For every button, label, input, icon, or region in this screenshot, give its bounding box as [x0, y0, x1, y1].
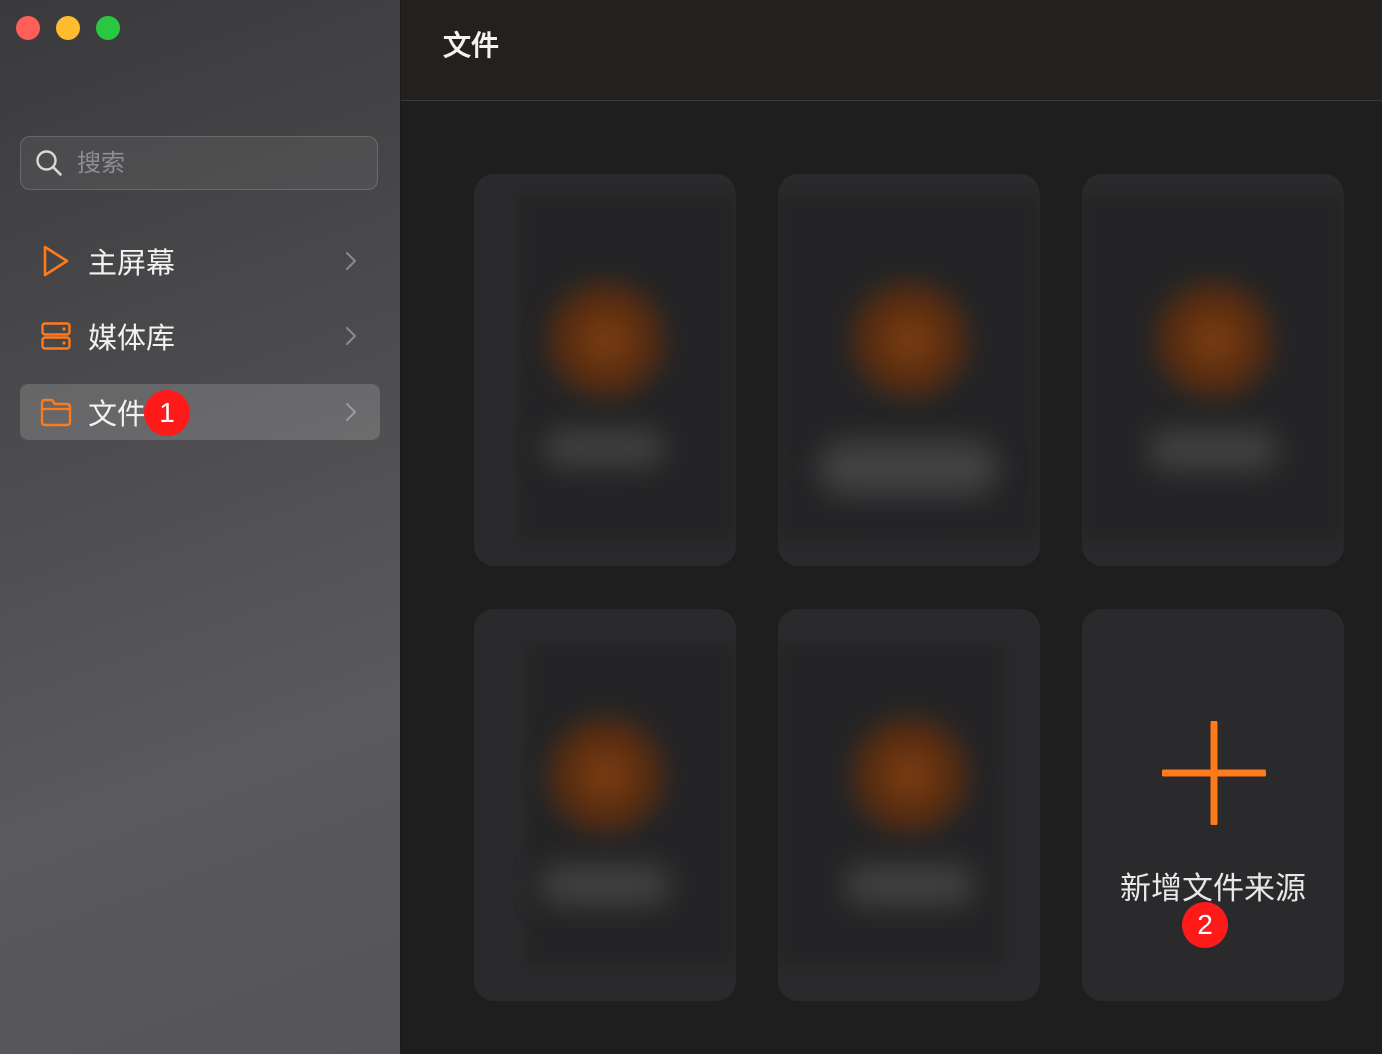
close-window-button[interactable] [16, 16, 40, 40]
main-content: 文件 新增文件来源 2 [401, 0, 1382, 1054]
search-input[interactable] [75, 148, 379, 178]
annotation-badge-2: 2 [1182, 902, 1228, 948]
title-bar: 文件 [401, 0, 1382, 101]
sidebar-item-home[interactable]: 主屏幕 [20, 233, 380, 289]
sidebar-item-label: 主屏幕 [88, 246, 176, 280]
sidebar-item-label: 媒体库 [88, 321, 176, 355]
file-source-card[interactable] [474, 174, 736, 566]
file-source-card[interactable] [474, 609, 736, 1001]
chevron-right-icon [344, 402, 358, 422]
sidebar-item-files[interactable]: 文件 [20, 384, 380, 440]
sidebar-item-media-library[interactable]: 媒体库 [20, 308, 380, 364]
folder-icon [38, 394, 74, 430]
minimize-window-button[interactable] [56, 16, 80, 40]
window-controls [16, 16, 120, 40]
sidebar-item-label: 文件 [88, 397, 147, 431]
app-window: 主屏幕 媒体库 [0, 0, 1382, 1054]
search-field[interactable] [20, 136, 379, 190]
file-source-card[interactable] [778, 609, 1040, 1001]
page-title: 文件 [443, 29, 500, 62]
maximize-window-button[interactable] [96, 16, 120, 40]
chevron-right-icon [344, 251, 358, 271]
annotation-badge-1: 1 [144, 390, 190, 436]
server-stack-icon [38, 318, 74, 354]
file-source-card[interactable] [1082, 174, 1344, 566]
chevron-right-icon [344, 326, 358, 346]
file-source-card[interactable] [778, 174, 1040, 566]
add-file-source-label: 新增文件来源 [1120, 871, 1306, 907]
play-triangle-icon [38, 243, 74, 279]
search-icon [35, 148, 63, 178]
sidebar: 主屏幕 媒体库 [0, 0, 401, 1054]
plus-icon [1162, 721, 1266, 825]
